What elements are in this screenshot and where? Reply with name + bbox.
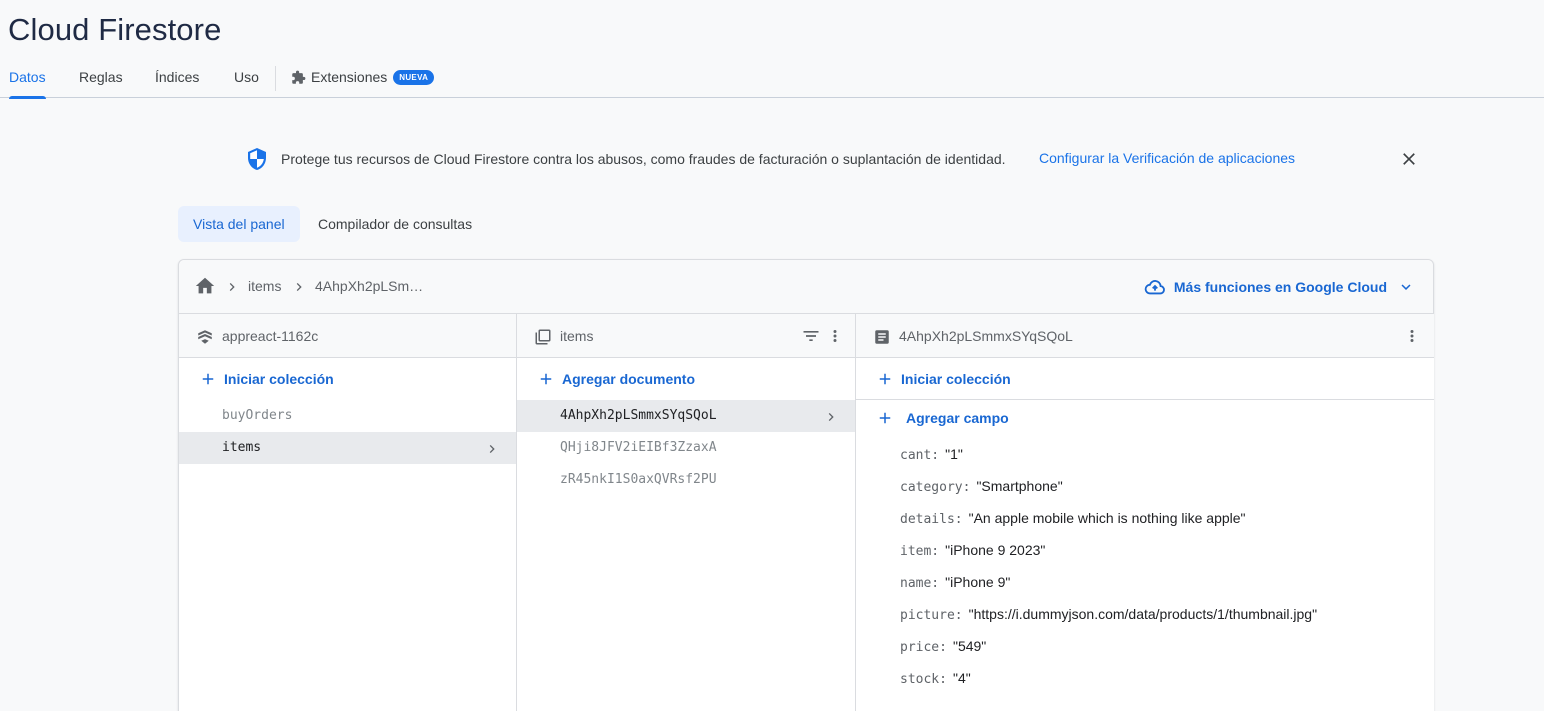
chevron-right-icon	[828, 413, 834, 421]
field-value: "4"	[952, 670, 971, 686]
configure-app-check-link[interactable]: Configurar la Verificación de aplicacion…	[1039, 150, 1295, 166]
data-panel: items 4AhpXh2pLSm… Más funciones en Goog…	[178, 259, 1434, 711]
root-column-header: appreact-1162c	[179, 314, 516, 358]
collection-name: items	[560, 328, 594, 344]
more-in-google-cloud-label: Más funciones en Google Cloud	[1173, 279, 1387, 295]
tab-uso[interactable]: Uso	[234, 69, 259, 85]
field-key: name:	[900, 576, 940, 591]
field-value: "1"	[945, 446, 963, 462]
tab-query-builder[interactable]: Compilador de consultas	[303, 206, 487, 242]
chevron-down-icon	[1401, 284, 1411, 290]
document-column: 4AhpXh2pLSmmxSYqSQoL Iniciar colección A…	[856, 314, 1434, 711]
collection-column-header: items	[517, 314, 855, 358]
start-collection-label: Iniciar colección	[224, 371, 334, 387]
field-row[interactable]: category: "Smartphone"	[900, 478, 1063, 495]
start-subcollection-button[interactable]: Iniciar colección	[856, 358, 1434, 400]
project-name: appreact-1162c	[222, 328, 319, 344]
document-icon	[875, 330, 889, 344]
filter-icon[interactable]	[801, 326, 821, 346]
puzzle-icon	[292, 70, 306, 84]
field-value: "iPhone 9 2023"	[945, 542, 1046, 558]
tab-divider	[275, 66, 276, 91]
field-value: "An apple mobile which is nothing like a…	[968, 510, 1246, 526]
field-key: item:	[900, 544, 940, 559]
collection-item[interactable]: buyOrders	[179, 400, 516, 432]
tab-indices[interactable]: Índices	[155, 69, 199, 85]
document-column-header: 4AhpXh2pLSmmxSYqSQoL	[856, 314, 1434, 358]
tab-extensiones[interactable]: Extensiones NUEVA	[291, 69, 435, 85]
field-row[interactable]: picture: "https://i.dummyjson.com/data/pr…	[900, 606, 1317, 623]
add-field-label: Agregar campo	[906, 410, 1009, 426]
plus-icon	[540, 373, 552, 385]
breadcrumb: items 4AhpXh2pLSm… Más funciones en Goog…	[179, 260, 1433, 314]
field-key: price:	[900, 640, 947, 655]
collection-icon	[535, 329, 551, 345]
banner-message: Protege tus recursos de Cloud Firestore …	[281, 151, 1006, 167]
chevron-right-icon	[489, 445, 495, 453]
root-column: appreact-1162c Iniciar colección buyOrde…	[179, 314, 517, 711]
collection-item-label: items	[222, 440, 262, 455]
field-row[interactable]: item: "iPhone 9 2023"	[900, 542, 1045, 559]
field-value: "iPhone 9"	[945, 574, 1011, 590]
more-in-google-cloud-button[interactable]: Más funciones en Google Cloud	[1144, 276, 1415, 298]
more-vert-icon[interactable]	[1403, 327, 1421, 345]
field-row[interactable]: price: "549"	[900, 638, 986, 655]
field-value: "https://i.dummyjson.com/data/products/1…	[968, 606, 1318, 622]
main-tabs: Datos Reglas Índices Uso Extensiones NUE…	[0, 62, 1544, 99]
breadcrumb-items[interactable]: items	[248, 278, 281, 294]
shield-icon	[248, 148, 266, 170]
add-document-label: Agregar documento	[562, 371, 696, 387]
start-collection-button[interactable]: Iniciar colección	[179, 358, 516, 400]
home-icon[interactable]	[194, 275, 216, 297]
document-item[interactable]: QHji8JFV2iEIBf3ZzaxA	[517, 432, 855, 464]
field-key: picture:	[900, 608, 963, 623]
breadcrumb-document[interactable]: 4AhpXh2pLSm…	[315, 278, 423, 294]
chevron-right-icon	[296, 283, 302, 291]
chevron-right-icon	[229, 283, 235, 291]
field-row[interactable]: name: "iPhone 9"	[900, 574, 1010, 591]
field-value: "549"	[952, 638, 987, 654]
field-row[interactable]: details: "An apple mobile which is nothin…	[900, 510, 1246, 527]
page-title: Cloud Firestore	[8, 12, 222, 47]
collection-item-selected[interactable]: items	[179, 432, 516, 464]
plus-icon	[202, 373, 214, 385]
document-item-label: 4AhpXh2pLSmmxSYqSQoL	[560, 408, 717, 423]
document-item-selected[interactable]: 4AhpXh2pLSmmxSYqSQoL	[517, 400, 855, 432]
field-key: category:	[900, 480, 971, 495]
field-value: "Smartphone"	[976, 478, 1063, 494]
field-key: stock:	[900, 672, 947, 687]
more-vert-icon[interactable]	[826, 327, 844, 345]
add-field-button[interactable]: Agregar campo	[856, 400, 1434, 436]
plus-icon	[879, 412, 891, 424]
tab-datos[interactable]: Datos	[9, 69, 46, 99]
tab-extensiones-label: Extensiones	[311, 69, 388, 85]
tab-reglas[interactable]: Reglas	[79, 69, 123, 85]
start-subcollection-label: Iniciar colección	[901, 370, 1011, 387]
add-document-button[interactable]: Agregar documento	[517, 358, 855, 400]
document-id: 4AhpXh2pLSmmxSYqSQoL	[899, 328, 1073, 344]
app-check-banner: Protege tus recursos de Cloud Firestore …	[245, 146, 1425, 172]
field-row[interactable]: cant: "1"	[900, 446, 963, 463]
plus-icon	[879, 373, 891, 384]
collection-column: items Agregar documento 4AhpXh2pLSmmxSYq…	[517, 314, 856, 711]
close-icon[interactable]	[1399, 149, 1419, 169]
field-key: details:	[900, 512, 963, 527]
field-row[interactable]: stock: "4"	[900, 670, 971, 687]
tab-panel-view[interactable]: Vista del panel	[178, 206, 300, 242]
new-badge: NUEVA	[393, 69, 435, 85]
cloud-icon	[1144, 280, 1165, 295]
document-item[interactable]: zR45nkI1S0axQVRsf2PU	[517, 464, 855, 496]
field-key: cant:	[900, 448, 940, 463]
firestore-icon	[198, 330, 212, 344]
